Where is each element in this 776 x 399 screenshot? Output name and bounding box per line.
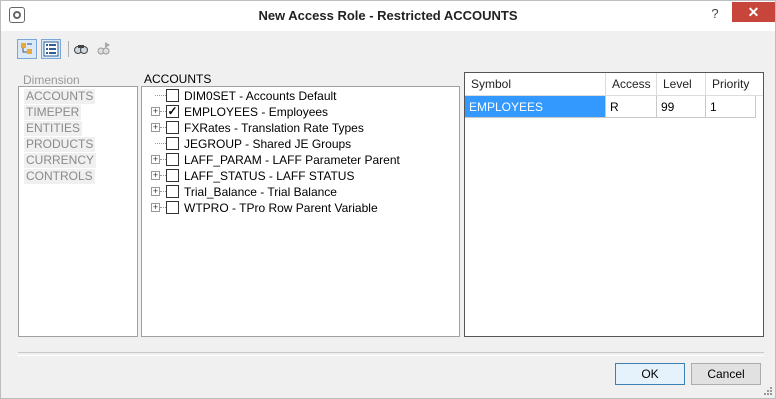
dimension-list[interactable]: ACCOUNTS TIMEPER ENTITIES PRODUCTS CURRE…: [18, 86, 138, 337]
expand-icon[interactable]: +: [151, 107, 160, 116]
tree-node[interactable]: JEGROUP - Shared JE Groups: [142, 136, 457, 152]
node-checkbox[interactable]: [166, 169, 179, 182]
node-label: WTPRO - TPro Row Parent Variable: [184, 201, 378, 215]
dimension-item-entities[interactable]: ENTITIES: [24, 121, 83, 136]
node-label: LAFF_PARAM - LAFF Parameter Parent: [184, 153, 400, 167]
grid-header: Symbol Access Level Priority: [465, 73, 763, 96]
title-bar: New Access Role - Restricted ACCOUNTS ? …: [1, 1, 775, 31]
tree-node[interactable]: + LAFF_STATUS - LAFF STATUS: [142, 168, 457, 184]
dimension-item-products[interactable]: PRODUCTS: [24, 137, 96, 152]
dimension-item-timeper[interactable]: TIMEPER: [24, 105, 82, 120]
find-next-button[interactable]: [95, 39, 115, 59]
accounts-label: ACCOUNTS: [144, 72, 212, 86]
node-checkbox[interactable]: ✓: [166, 105, 179, 118]
access-grid[interactable]: Symbol Access Level Priority EMPLOYEES R…: [464, 72, 764, 337]
help-button[interactable]: ?: [701, 4, 729, 24]
find-button[interactable]: [72, 39, 92, 59]
expand-icon[interactable]: +: [151, 203, 160, 212]
dialog-window: New Access Role - Restricted ACCOUNTS ? …: [0, 0, 776, 399]
tree-node[interactable]: + LAFF_PARAM - LAFF Parameter Parent: [142, 152, 457, 168]
column-header-access[interactable]: Access: [606, 73, 657, 95]
column-header-priority[interactable]: Priority: [706, 73, 763, 95]
node-label: DIM0SET - Accounts Default: [184, 89, 337, 103]
dimension-item-controls[interactable]: CONTROLS: [24, 169, 95, 184]
tree-view-button[interactable]: [17, 39, 37, 59]
node-label: LAFF_STATUS - LAFF STATUS: [184, 169, 355, 183]
node-checkbox[interactable]: [166, 201, 179, 214]
find-icon: [74, 45, 88, 54]
list-view-button[interactable]: [41, 39, 61, 59]
tree-view-icon: [21, 43, 32, 54]
divider: [18, 352, 764, 356]
find-next-icon: [97, 42, 110, 55]
tree-node[interactable]: + FXRates - Translation Rate Types: [142, 120, 457, 136]
expand-icon[interactable]: +: [151, 187, 160, 196]
tree-node[interactable]: + Trial_Balance - Trial Balance: [142, 184, 457, 200]
ok-button[interactable]: OK: [615, 363, 685, 385]
node-label: JEGROUP - Shared JE Groups: [184, 137, 352, 151]
tree-node[interactable]: + ✓ EMPLOYEES - Employees: [142, 104, 457, 120]
node-label: EMPLOYEES - Employees: [184, 105, 329, 119]
node-label: Trial_Balance - Trial Balance: [184, 185, 337, 199]
dimension-item-currency[interactable]: CURRENCY: [24, 153, 97, 168]
list-view-icon: [43, 41, 59, 57]
node-checkbox[interactable]: [166, 137, 179, 150]
cell-level[interactable]: 99: [657, 96, 706, 118]
close-button[interactable]: ✕: [732, 2, 775, 22]
tree-line: [155, 95, 166, 96]
toolbar-separator: [68, 41, 69, 57]
resize-grip-icon[interactable]: [763, 386, 773, 396]
expand-icon[interactable]: +: [151, 155, 160, 164]
cell-access[interactable]: R: [606, 96, 657, 118]
accounts-tree[interactable]: DIM0SET - Accounts Default + ✓ EMPLOYEES…: [141, 86, 460, 337]
tree-node[interactable]: DIM0SET - Accounts Default: [142, 88, 457, 104]
node-checkbox[interactable]: [166, 89, 179, 102]
tree-node[interactable]: + WTPRO - TPro Row Parent Variable: [142, 200, 457, 216]
node-checkbox[interactable]: [166, 185, 179, 198]
tree-line: [155, 143, 166, 144]
expand-icon[interactable]: +: [151, 171, 160, 180]
column-header-symbol[interactable]: Symbol: [465, 73, 606, 95]
cell-symbol[interactable]: EMPLOYEES: [465, 96, 606, 118]
column-header-level[interactable]: Level: [657, 73, 706, 95]
cancel-button[interactable]: Cancel: [691, 363, 761, 385]
expand-icon[interactable]: +: [151, 123, 160, 132]
dimension-label: Dimension: [23, 73, 80, 87]
node-checkbox[interactable]: [166, 121, 179, 134]
node-label: FXRates - Translation Rate Types: [184, 121, 364, 135]
window-title: New Access Role - Restricted ACCOUNTS: [258, 8, 518, 23]
table-row[interactable]: EMPLOYEES R 99 1: [465, 96, 763, 118]
dimension-item-accounts[interactable]: ACCOUNTS: [24, 89, 96, 104]
cell-priority[interactable]: 1: [706, 96, 756, 118]
node-checkbox[interactable]: [166, 153, 179, 166]
